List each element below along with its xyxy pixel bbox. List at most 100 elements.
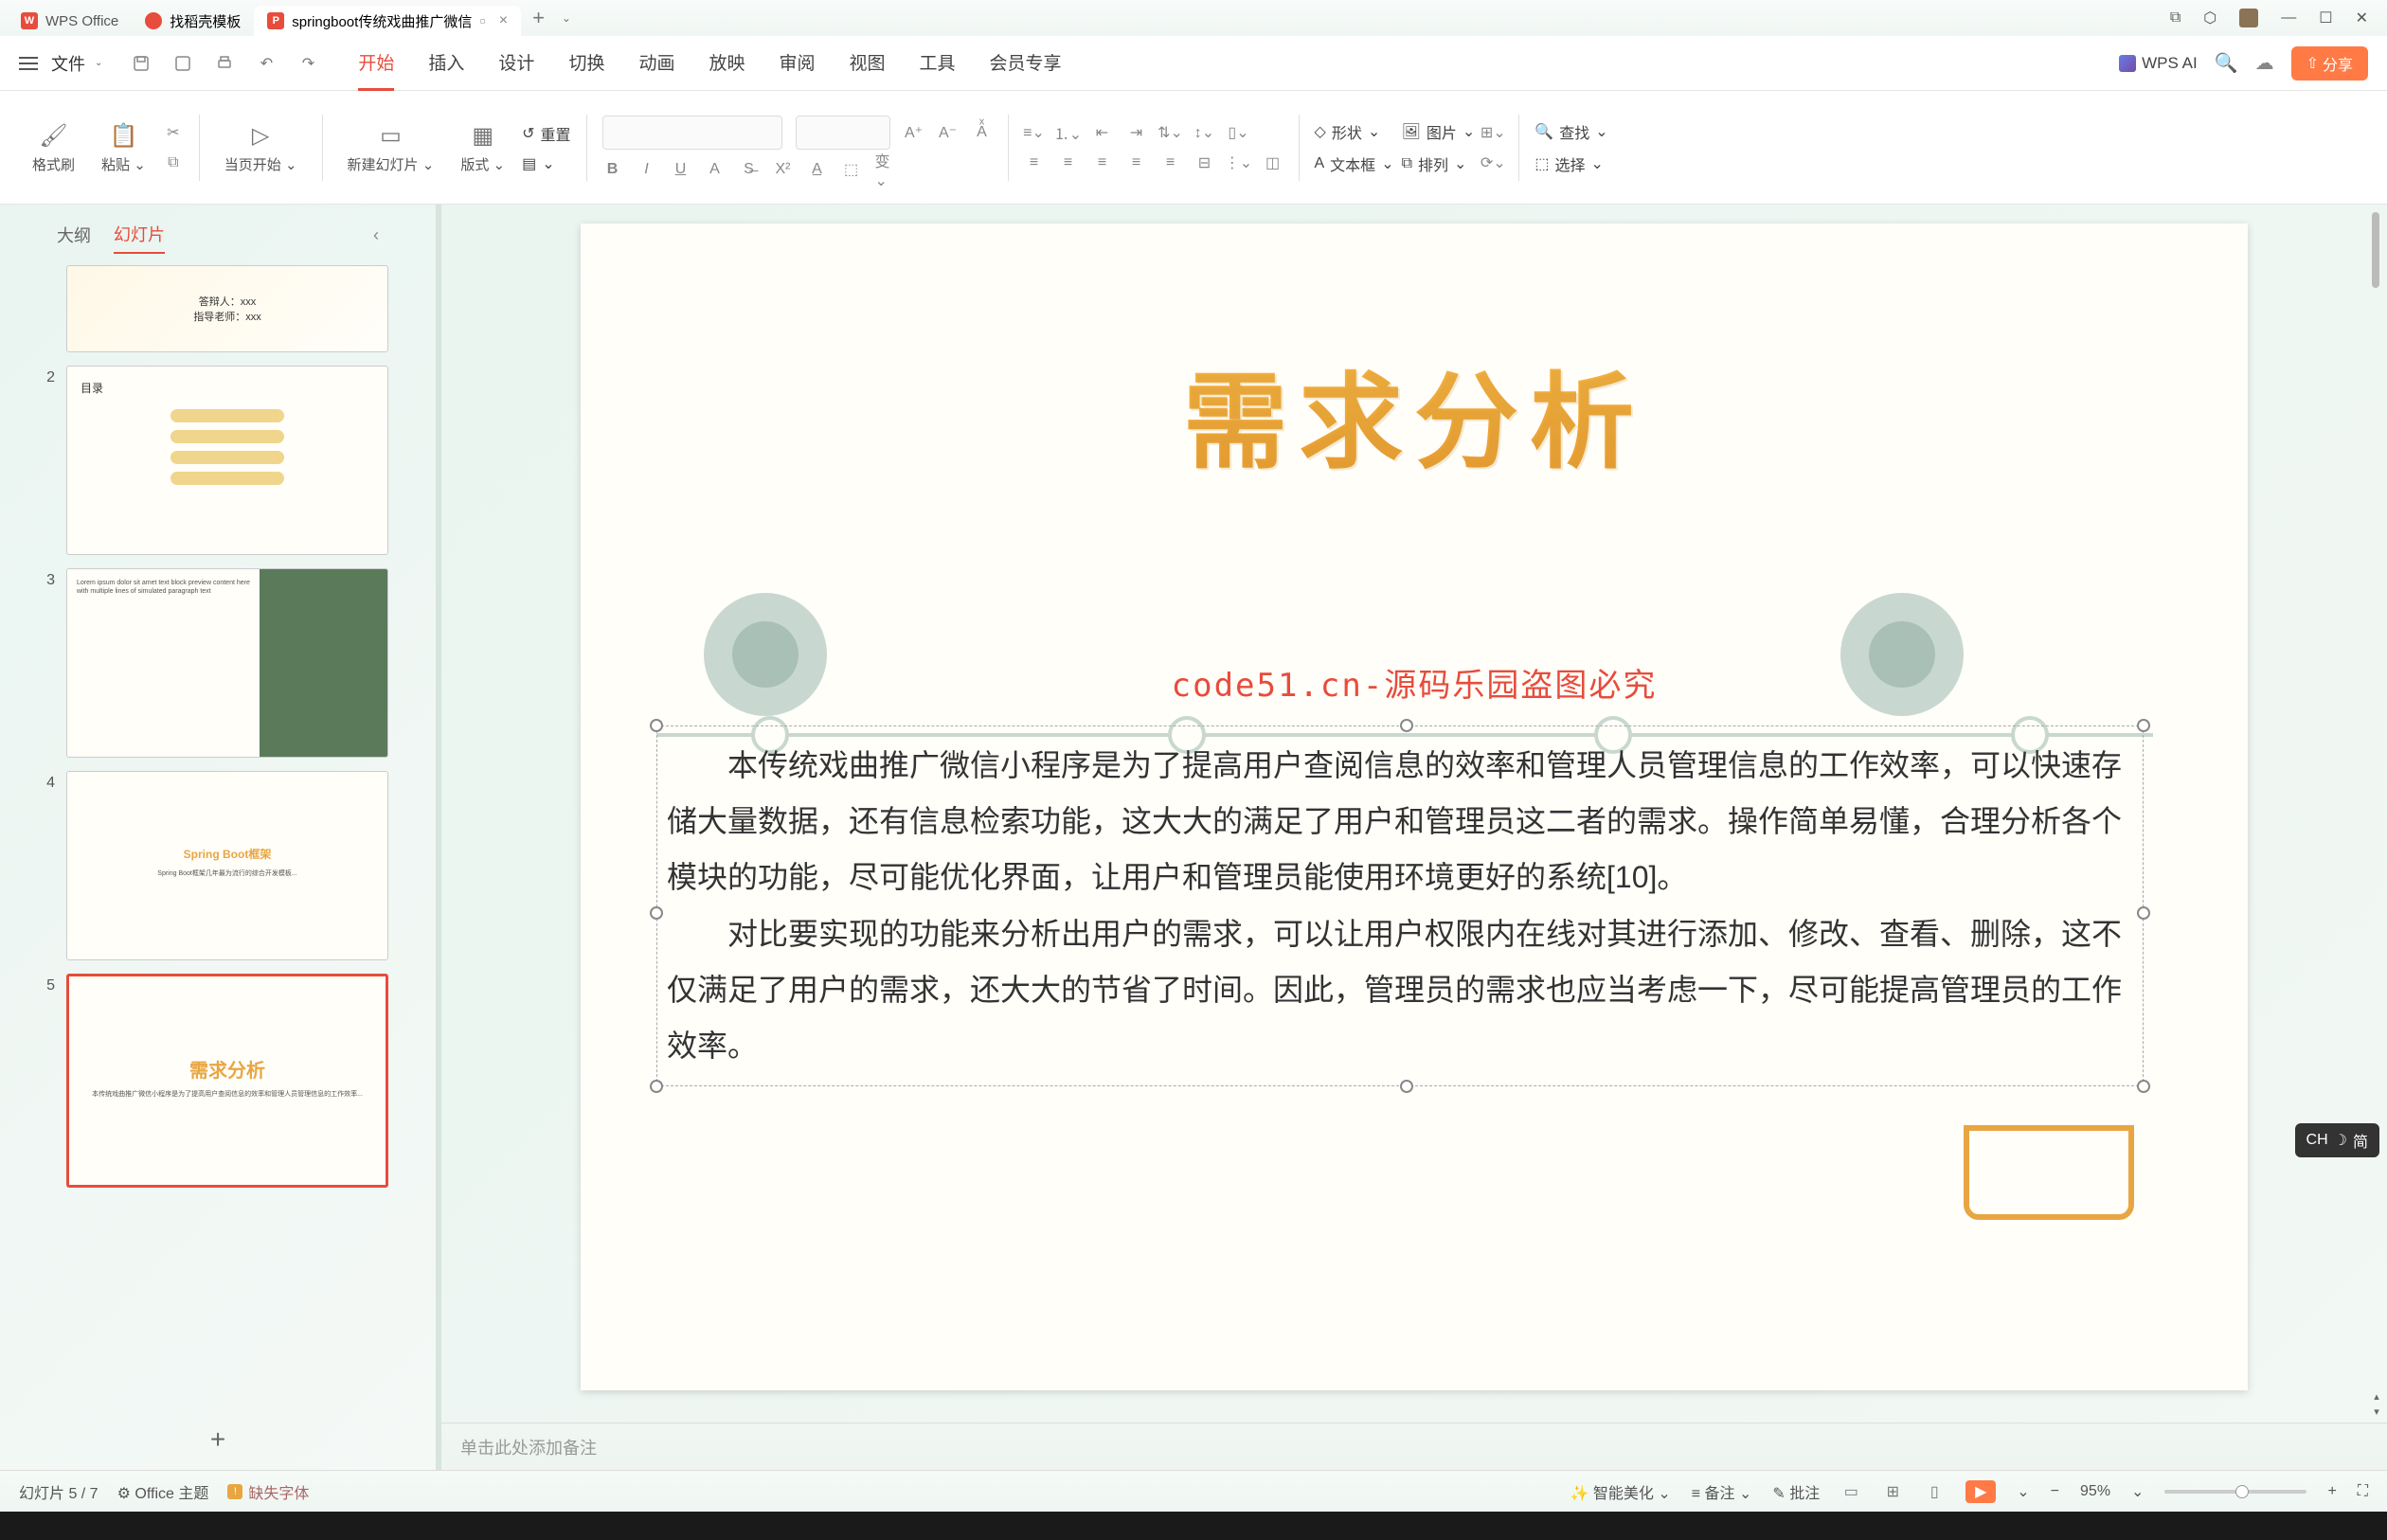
undo-icon[interactable]: ↶	[256, 53, 277, 74]
strikethrough-icon[interactable]: S̶	[739, 159, 760, 180]
app-tab[interactable]: W WPS Office	[8, 6, 132, 36]
slide-counter[interactable]: 幻灯片 5 / 7	[19, 1480, 99, 1503]
close-tab-icon[interactable]: ×	[499, 12, 508, 29]
window-multi-icon[interactable]: ⧉	[2170, 9, 2181, 27]
section-button[interactable]: ▤ ⌄	[522, 154, 570, 173]
collapse-panel-icon[interactable]: ‹	[373, 225, 379, 245]
arrange-button[interactable]: ⧉ 排列⌄	[1402, 152, 1476, 175]
slide-thumb-4[interactable]: Spring Boot框架 Spring Boot框架几年最为流行的综合开发模板…	[66, 771, 388, 960]
textbox-button[interactable]: A͏ 文本框⌄	[1315, 152, 1394, 175]
minimize-icon[interactable]: —	[2281, 9, 2296, 27]
redo-icon[interactable]: ↷	[297, 53, 318, 74]
file-menu[interactable]: 文件	[51, 51, 85, 76]
shape-button[interactable]: ◇ 形状⌄	[1315, 120, 1394, 143]
zoom-dropdown-icon[interactable]: ⌄	[2131, 1482, 2144, 1501]
tab-dropdown-icon[interactable]: ▫	[479, 11, 485, 31]
smart-beautify-button[interactable]: ✨ 智能美化 ⌄	[1570, 1480, 1670, 1503]
cloud-icon[interactable]: ☁	[2255, 51, 2274, 75]
user-avatar[interactable]	[2239, 9, 2258, 27]
resize-handle[interactable]	[650, 719, 663, 732]
template-tab[interactable]: 找稻壳模板	[132, 6, 254, 36]
menu-view[interactable]: 视图	[850, 36, 886, 91]
search-icon[interactable]: 🔍	[2215, 51, 2238, 75]
paste-group[interactable]: 📋 粘贴 ⌄	[92, 120, 155, 174]
text-direction-icon[interactable]: ↕⌄	[1194, 122, 1215, 143]
new-tab-button[interactable]: +	[521, 6, 556, 30]
font-size-select[interactable]	[796, 116, 890, 150]
notes-pane[interactable]: 单击此处添加备注	[441, 1423, 2387, 1470]
tab-list-icon[interactable]: ⌄	[556, 11, 577, 25]
format-painter-group[interactable]: 🖌 格式刷	[23, 120, 84, 174]
missing-font-warning[interactable]: ! 缺失字体	[227, 1480, 309, 1503]
outline-tab[interactable]: 大纲	[57, 217, 91, 253]
menu-insert[interactable]: 插入	[428, 36, 464, 91]
cut-icon[interactable]: ✂	[163, 122, 184, 143]
align-left-icon[interactable]: ≡	[1024, 152, 1045, 173]
numbering-icon[interactable]: ⒈⌄	[1058, 122, 1079, 143]
slides-tab[interactable]: 幻灯片	[114, 216, 165, 254]
menu-animation[interactable]: 动画	[638, 36, 674, 91]
resize-handle[interactable]	[650, 906, 663, 920]
shadow-icon[interactable]: A	[705, 159, 726, 180]
menu-design[interactable]: 设计	[498, 36, 534, 91]
vertical-scrollbar[interactable]	[2368, 212, 2385, 1423]
align-justify-icon[interactable]: ≡	[1126, 152, 1147, 173]
zoom-slider[interactable]	[2164, 1490, 2306, 1494]
canvas-scroll[interactable]: 需求分析 code51.cn-源码乐园盗图必究 本传统戏曲推广微信小程序是为了提…	[441, 205, 2387, 1423]
print-icon[interactable]	[214, 53, 235, 74]
close-window-icon[interactable]: ✕	[2356, 9, 2368, 27]
prev-slide-icon[interactable]: ▴	[2370, 1390, 2383, 1404]
select-button[interactable]: ⬚ 选择⌄	[1534, 152, 1607, 175]
comments-button[interactable]: ✎ 批注	[1772, 1480, 1820, 1503]
align-center-icon[interactable]: ≡	[1058, 152, 1079, 173]
smartart-icon[interactable]: ◫	[1263, 152, 1283, 173]
zoom-level[interactable]: 95%	[2080, 1483, 2110, 1500]
zoom-in-button[interactable]: +	[2327, 1483, 2336, 1500]
zoom-out-button[interactable]: −	[2051, 1483, 2059, 1500]
menu-review[interactable]: 审阅	[779, 36, 815, 91]
bold-icon[interactable]: B	[602, 159, 623, 180]
slide-thumb-1[interactable]: 答辩人：xxx 指导老师：xxx	[66, 265, 388, 352]
slide-thumb-3[interactable]: Lorem ipsum dolor sit amet text block pr…	[66, 568, 388, 758]
increase-font-icon[interactable]: A⁺	[904, 122, 924, 143]
copy-icon[interactable]: ⧉	[163, 152, 184, 173]
resize-handle[interactable]	[1400, 1080, 1413, 1093]
save-icon[interactable]	[131, 53, 152, 74]
find-button[interactable]: 🔍 查找⌄	[1534, 120, 1607, 143]
indent-decrease-icon[interactable]: ⇤	[1092, 122, 1113, 143]
reset-button[interactable]: ↺ 重置	[522, 122, 570, 145]
columns-icon[interactable]: ▯⌄	[1229, 122, 1249, 143]
align-right-icon[interactable]: ≡	[1092, 152, 1113, 173]
normal-view-icon[interactable]: ▭	[1840, 1481, 1861, 1502]
superscript-icon[interactable]: X²	[773, 159, 794, 180]
group-icon[interactable]: ⊞⌄	[1482, 122, 1503, 143]
notes-toggle-button[interactable]: ≡ 备注 ⌄	[1692, 1480, 1752, 1503]
fit-window-icon[interactable]: ⛶	[2358, 1483, 2368, 1500]
indent-increase-icon[interactable]: ⇥	[1126, 122, 1147, 143]
slideshow-button[interactable]: ▶	[1965, 1480, 1996, 1503]
windows-taskbar[interactable]	[0, 1512, 2387, 1540]
menu-transition[interactable]: 切换	[568, 36, 604, 91]
reading-view-icon[interactable]: ▯	[1924, 1481, 1945, 1502]
line-spacing-icon[interactable]: ⇅⌄	[1160, 122, 1181, 143]
resize-handle[interactable]	[650, 1080, 663, 1093]
new-slide-group[interactable]: ▭ 新建幻灯片 ⌄	[338, 120, 444, 174]
decrease-font-icon[interactable]: A⁻	[938, 122, 959, 143]
window-cube-icon[interactable]: ⬡	[2203, 9, 2216, 27]
file-menu-arrow-icon[interactable]: ⌄	[95, 58, 102, 68]
slide-thumb-2[interactable]: 目录	[66, 366, 388, 555]
add-slide-button[interactable]: +	[0, 1409, 436, 1470]
highlight-icon[interactable]: ⬚	[841, 159, 862, 180]
sorter-view-icon[interactable]: ⊞	[1882, 1481, 1903, 1502]
wps-ai-button[interactable]: WPS AI	[2119, 54, 2198, 73]
resize-handle[interactable]	[1400, 719, 1413, 732]
maximize-icon[interactable]: ☐	[2319, 9, 2332, 27]
document-tab[interactable]: P springboot传统戏曲推广微信 ▫ ×	[254, 6, 521, 36]
slide-textbox[interactable]: 本传统戏曲推广微信小程序是为了提高用户查阅信息的效率和管理人员管理信息的工作效率…	[656, 725, 2144, 1086]
save-as-icon[interactable]	[172, 53, 193, 74]
slideshow-dropdown-icon[interactable]: ⌄	[2017, 1482, 2029, 1501]
ime-indicator[interactable]: CH ☽ 简	[2295, 1123, 2379, 1157]
menu-member[interactable]: 会员专享	[990, 36, 1062, 91]
font-family-select[interactable]	[602, 116, 782, 150]
menu-start[interactable]: 开始	[358, 36, 394, 91]
